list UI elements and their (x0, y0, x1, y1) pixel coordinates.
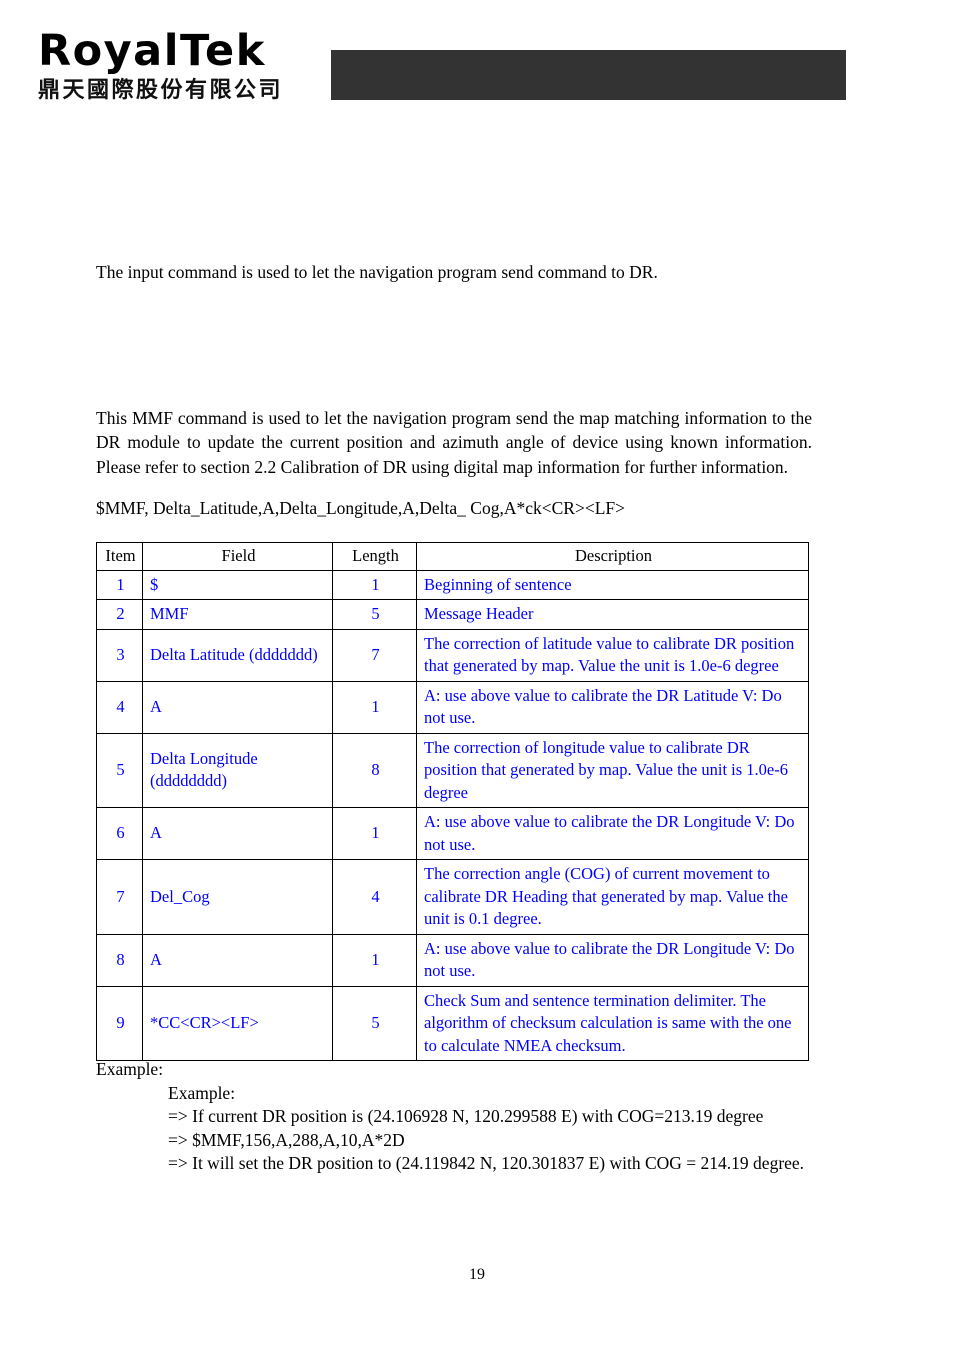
table-row: 5 Delta Longitude (dddddddd) 8 The corre… (96, 732, 809, 808)
cell-length: 4 (332, 859, 417, 935)
cell-length: 1 (332, 569, 417, 600)
column-header-description: Description (416, 542, 809, 571)
table-row: 7 Del_Cog 4 The correction angle (COG) o… (96, 859, 809, 935)
cell-field: $ (142, 569, 333, 600)
cell-item: 1 (96, 569, 143, 600)
cell-field: A (142, 807, 333, 860)
cell-item: 9 (96, 985, 143, 1061)
example-line: => If current DR position is (24.106928 … (168, 1106, 764, 1126)
column-header-length: Length (332, 542, 417, 571)
cell-item: 4 (96, 680, 143, 734)
table-row: 4 A 1 A: use above value to calibrate th… (96, 680, 809, 734)
mmf-sentence-syntax: $MMF, Delta_Latitude,A,Delta_Longitude,A… (96, 498, 625, 518)
logo-subtitle-chinese: 鼎天國際股份有限公司 (38, 78, 284, 103)
header-banner-bar (331, 50, 846, 100)
example-section: Example: Example: => If current DR posit… (96, 1058, 886, 1176)
cell-description: The correction angle (COG) of current mo… (416, 859, 809, 935)
cell-description: The correction of longitude value to cal… (416, 732, 809, 808)
cell-item: 5 (96, 732, 143, 808)
cell-field: Delta Latitude (ddddddd) (142, 628, 333, 682)
cell-length: 1 (332, 680, 417, 734)
page-letterhead: RoyalTek 鼎天國際股份有限公司 (0, 0, 954, 120)
cell-field: MMF (142, 599, 333, 630)
cell-field: Delta Longitude (dddddddd) (142, 732, 333, 808)
cell-length: 1 (332, 807, 417, 860)
cell-description: Check Sum and sentence termination delim… (416, 985, 809, 1061)
table-row: 9 *CC<CR><LF> 5 Check Sum and sentence t… (96, 985, 809, 1061)
logo-wordmark: RoyalTek (38, 26, 266, 76)
table-row: 2 MMF 5 Message Header (96, 599, 809, 630)
cell-field: *CC<CR><LF> (142, 985, 333, 1061)
cell-description: Beginning of sentence (416, 569, 809, 600)
table-row: 3 Delta Latitude (ddddddd) 7 The correct… (96, 628, 809, 682)
cell-length: 5 (332, 985, 417, 1061)
cell-item: 2 (96, 599, 143, 630)
table-header: Item Field Length Description (96, 542, 809, 571)
column-header-field: Field (142, 542, 333, 571)
cell-description: The correction of latitude value to cali… (416, 628, 809, 682)
cell-description: A: use above value to calibrate the DR L… (416, 807, 809, 860)
cell-description: Message Header (416, 599, 809, 630)
cell-description: A: use above value to calibrate the DR L… (416, 933, 809, 987)
cell-length: 8 (332, 732, 417, 808)
cell-length: 1 (332, 933, 417, 987)
cell-field: A (142, 933, 333, 987)
example-line: Example: (168, 1082, 236, 1103)
cell-length: 5 (332, 599, 417, 630)
cell-item: 7 (96, 859, 143, 935)
cell-item: 6 (96, 807, 143, 860)
company-logo: RoyalTek 鼎天國際股份有限公司 (38, 28, 308, 106)
mmf-description-paragraph: This MMF command is used to let the navi… (96, 407, 812, 477)
table-row: 6 A 1 A: use above value to calibrate th… (96, 807, 809, 860)
cell-length: 7 (332, 628, 417, 682)
cell-item: 8 (96, 933, 143, 987)
example-line: => $MMF,156,A,288,A,10,A*2D (168, 1129, 405, 1150)
column-header-item: Item (96, 542, 143, 571)
table-row: 1 $ 1 Beginning of sentence (96, 569, 809, 600)
example-line: => It will set the DR position to (24.11… (168, 1153, 805, 1173)
cell-field: Del_Cog (142, 859, 333, 935)
example-heading: Example: (96, 1059, 164, 1079)
mmf-field-table: Item Field Length Description 1 $ 1 Begi… (96, 542, 809, 1061)
example-line-list: Example: => If current DR position is (2… (96, 1082, 886, 1176)
cell-item: 3 (96, 628, 143, 682)
cell-field: A (142, 680, 333, 734)
table-body: 1 $ 1 Beginning of sentence 2 MMF 5 Mess… (96, 569, 809, 1061)
table-row: 8 A 1 A: use above value to calibrate th… (96, 933, 809, 987)
intro-paragraph: The input command is used to let the nav… (96, 261, 658, 282)
table-header-row: Item Field Length Description (96, 542, 809, 571)
page-number: 19 (469, 1266, 485, 1283)
cell-description: A: use above value to calibrate the DR L… (416, 680, 809, 734)
